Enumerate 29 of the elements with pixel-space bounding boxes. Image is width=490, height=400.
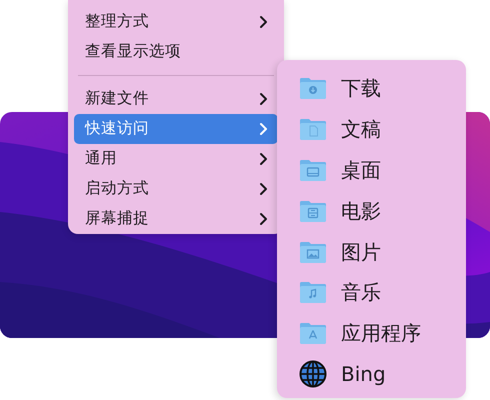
menu-item[interactable]: 新建文件 <box>74 84 278 114</box>
folder-icon <box>299 280 327 304</box>
submenu-item[interactable]: 下载 <box>299 68 456 109</box>
submenu-item[interactable]: 音乐 <box>299 272 456 313</box>
folder-icon <box>299 117 327 142</box>
globe-icon <box>299 360 327 388</box>
folder-icon <box>299 240 327 264</box>
chevron-right-icon <box>259 92 268 106</box>
chevron-right-icon <box>259 15 268 29</box>
submenu-item[interactable]: 电影 <box>299 190 456 232</box>
menu-item[interactable]: 快速访问 <box>74 114 278 144</box>
chevron-right-icon <box>259 122 268 136</box>
folder-icon <box>299 198 327 223</box>
chevron-right-icon <box>259 182 268 196</box>
folder-icon <box>299 158 327 182</box>
chevron-right-icon <box>259 152 268 166</box>
menu-item[interactable]: 屏幕捕捉 <box>74 204 278 234</box>
chevron-right-icon <box>259 212 268 226</box>
menu-item[interactable]: 查看显示选项 <box>74 37 278 67</box>
submenu-item[interactable]: 图片 <box>299 231 456 272</box>
folder-icon <box>299 321 327 346</box>
submenu-item[interactable]: Bing <box>299 354 456 394</box>
submenu-item[interactable]: 应用程序 <box>299 312 456 354</box>
submenu-item[interactable]: 文稿 <box>299 108 456 150</box>
menu-item[interactable]: 整理方式 <box>74 7 278 37</box>
submenu-item[interactable]: 桌面 <box>299 150 456 190</box>
folder-icon <box>299 76 327 100</box>
menu-item[interactable]: 启动方式 <box>74 174 278 204</box>
menu-item[interactable]: 通用 <box>74 144 278 174</box>
